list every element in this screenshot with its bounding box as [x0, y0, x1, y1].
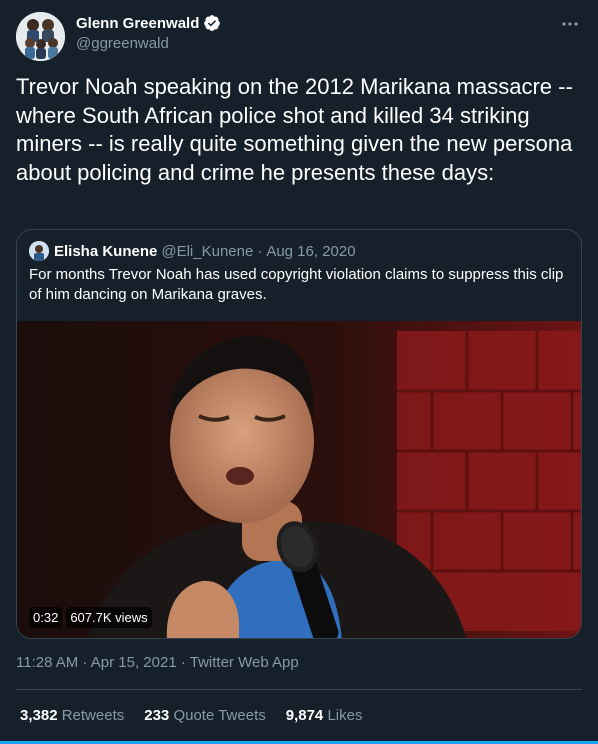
quote-tweets-count: 233	[144, 707, 170, 724]
quote-tweets-stat[interactable]: 233 Quote Tweets	[144, 707, 265, 724]
more-horizontal-icon	[562, 22, 578, 26]
quote-tweets-label: Quote Tweets	[173, 707, 266, 724]
quoted-tweet-text: For months Trevor Noah has used copyrigh…	[29, 266, 564, 303]
quoted-tweet-header: Elisha Kunene @Eli_Kunene · Aug 16, 2020	[29, 241, 356, 261]
quoted-separator: ·	[257, 242, 263, 260]
tweet-text: Trevor Noah speaking on the 2012 Marikan…	[16, 74, 573, 185]
more-options-button[interactable]	[560, 14, 580, 39]
quoted-author-handle[interactable]: @Eli_Kunene	[161, 243, 253, 260]
likes-count: 9,874	[285, 707, 324, 724]
tweet-container: Glenn Greenwald @ggreenwald Trevor Noah …	[0, 0, 598, 744]
meta-separator: ·	[78, 654, 91, 671]
video-thumbnail	[17, 321, 581, 638]
video-duration-badge: 0:32	[29, 607, 63, 628]
verified-badge-icon	[203, 14, 221, 32]
tweet-source-app[interactable]: Twitter Web App	[190, 654, 299, 671]
tweet-date[interactable]: Apr 15, 2021	[91, 654, 177, 671]
video-views-badge: 607.7K views	[66, 607, 152, 628]
likes-stat[interactable]: 9,874 Likes	[286, 707, 363, 724]
meta-separator: ·	[176, 654, 190, 671]
author-name-row[interactable]: Glenn Greenwald	[76, 14, 221, 32]
quoted-author-avatar[interactable]	[29, 241, 49, 261]
engagement-stats: 3,382 Retweets 233 Quote Tweets 9,874 Li…	[20, 707, 362, 724]
author-avatar[interactable]	[16, 12, 65, 61]
quoted-tweet-date[interactable]: Aug 16, 2020	[266, 243, 355, 260]
retweets-stat[interactable]: 3,382 Retweets	[20, 707, 124, 724]
quoted-author-name[interactable]: Elisha Kunene	[54, 243, 157, 260]
video-badges: 0:32 607.7K views	[29, 607, 152, 628]
author-name[interactable]: Glenn Greenwald	[76, 15, 199, 32]
quoted-tweet-card[interactable]: Elisha Kunene @Eli_Kunene · Aug 16, 2020…	[16, 229, 582, 639]
author-handle[interactable]: @ggreenwald	[76, 35, 169, 52]
divider	[16, 689, 582, 690]
video-player[interactable]: 0:32 607.7K views	[17, 321, 581, 638]
tweet-meta: 11:28 AM · Apr 15, 2021 · Twitter Web Ap…	[16, 654, 299, 671]
retweets-count: 3,382	[20, 707, 58, 724]
likes-label: Likes	[327, 707, 363, 724]
retweets-label: Retweets	[61, 707, 125, 724]
tweet-time[interactable]: 11:28 AM	[16, 654, 78, 671]
